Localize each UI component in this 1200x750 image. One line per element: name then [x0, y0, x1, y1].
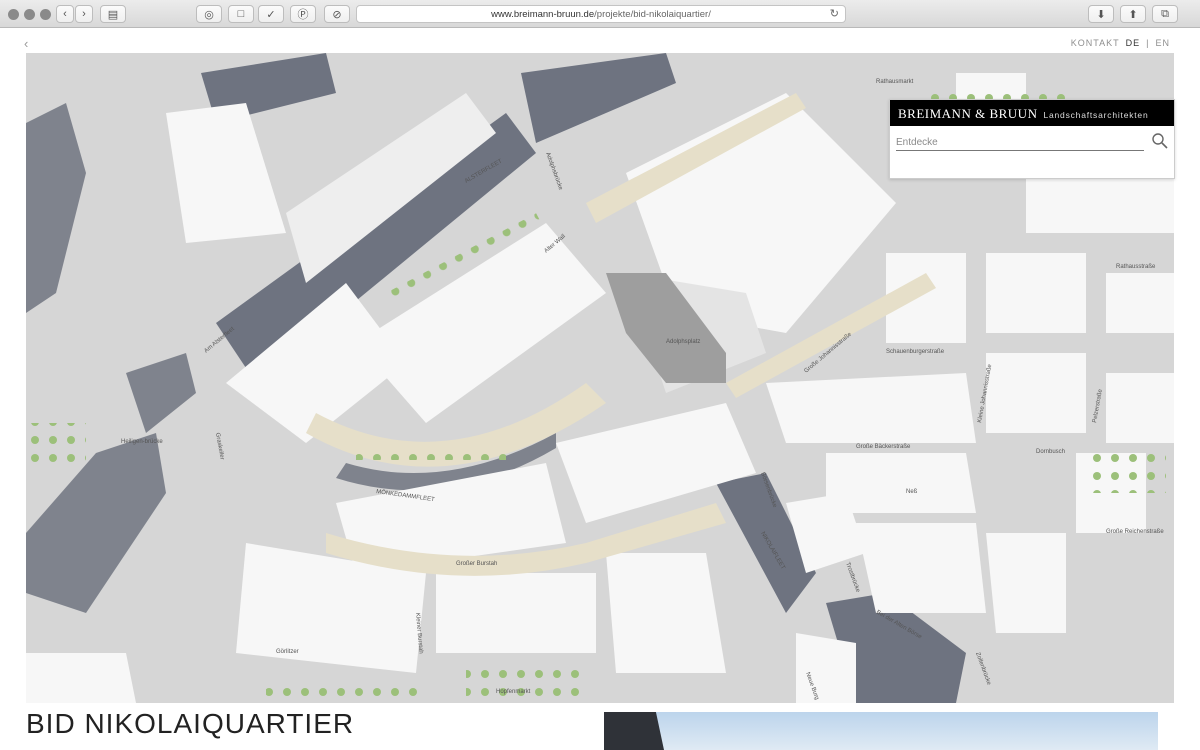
tree-group-hopfenmarkt — [466, 663, 586, 703]
extension-icon: ◎ — [204, 8, 214, 21]
block-icon: ⊘ — [332, 8, 342, 21]
building-light-8 — [436, 573, 596, 653]
download-icon: ⬇ — [1096, 8, 1106, 21]
page: ‹ KONTAKT DE | EN Rathausmarkt ALSTERFLE… — [0, 28, 1200, 750]
validator-button[interactable]: ✓ — [258, 5, 284, 23]
brand-subtitle: Landschaftsarchitekten — [1043, 110, 1149, 120]
label-goerlitzer: Görlitzer — [276, 649, 299, 655]
sidebar-button[interactable]: ▤ — [100, 5, 126, 23]
tree-group-west — [26, 423, 86, 463]
building-light-10 — [766, 373, 976, 443]
label-rathausmarkt: Rathausmarkt — [876, 79, 914, 85]
browser-toolbar: ‹ › ▤ ◎ □ ✓ Ⓟ ⊘ www.breimann-bruun.de/pr… — [0, 0, 1200, 28]
lang-en-link[interactable]: EN — [1155, 38, 1170, 48]
brand-panel: BREIMANN & BRUUN Landschaftsarchitekten — [889, 99, 1175, 179]
url-domain: www.breimann-bruun.de — [491, 8, 595, 20]
label-adolphsplatz: Adolphsplatz — [666, 339, 700, 345]
photo-building — [604, 712, 664, 750]
forward-nav-button[interactable]: › — [75, 5, 93, 23]
lang-de-link[interactable]: DE — [1126, 38, 1141, 48]
label-hopfenmarkt: Hopfenmarkt — [496, 689, 531, 695]
downloads-button[interactable]: ⬇ — [1088, 5, 1114, 23]
block-button[interactable]: ⊘ — [324, 5, 350, 23]
search-input[interactable] — [896, 134, 1144, 151]
label-ness: Neß — [906, 489, 918, 495]
lang-separator: | — [1146, 38, 1150, 48]
building-light-15 — [986, 353, 1086, 433]
label-grosser-burstah: Großer Burstah — [456, 561, 497, 567]
back-nav-button[interactable]: ‹ — [56, 5, 74, 23]
building-light-13 — [986, 253, 1086, 333]
brand-header: BREIMANN & BRUUN Landschaftsarchitekten — [890, 100, 1174, 126]
building-light-22 — [26, 653, 136, 703]
building-light-14 — [1106, 273, 1174, 333]
building-light-19 — [986, 533, 1066, 633]
kontakt-link[interactable]: KONTAKT — [1071, 38, 1120, 48]
search-icon[interactable] — [1151, 132, 1169, 150]
close-window-button[interactable] — [8, 9, 19, 20]
extension-button-1[interactable]: ◎ — [196, 5, 222, 23]
top-nav: KONTAKT DE | EN — [1071, 38, 1170, 48]
back-link[interactable]: ‹ — [24, 36, 28, 51]
label-grosse-reichenstrasse: Große Reichenstraße — [1106, 529, 1164, 535]
tree-row-south — [266, 683, 426, 701]
address-bar[interactable]: www.breimann-bruun.de/projekte/bid-nikol… — [356, 5, 846, 23]
label-dornbusch: Dornbusch — [1036, 449, 1065, 455]
share-icon: ⬆ — [1128, 8, 1138, 21]
zoom-window-button[interactable] — [40, 9, 51, 20]
label-grosse-baeckerstrasse: Große Bäckerstraße — [856, 444, 911, 450]
building-light-18 — [856, 523, 986, 613]
label-rathausstrasse: Rathausstraße — [1116, 264, 1156, 270]
tree-row-2 — [356, 448, 506, 460]
tabs-icon: ⧉ — [1161, 7, 1169, 20]
building-light-16 — [1106, 373, 1174, 443]
reload-icon[interactable]: ↻ — [830, 7, 839, 20]
share-button[interactable]: ⬆ — [1120, 5, 1146, 23]
label-schauenburgerstrasse: Schauenburgerstraße — [886, 349, 945, 355]
chevron-right-icon: › — [82, 8, 86, 20]
chevron-left-icon: ‹ — [63, 8, 67, 20]
url-path: /projekte/bid-nikolaiquartier/ — [594, 8, 711, 20]
page-title: BID NIKOLAIQUARTIER — [26, 708, 355, 739]
check-icon: ✓ — [266, 8, 276, 21]
tree-group-east — [1086, 453, 1166, 493]
minimize-window-button[interactable] — [24, 9, 35, 20]
sidebar-icon: ▤ — [107, 8, 119, 21]
building-light-9 — [606, 553, 726, 673]
reader-icon: □ — [237, 8, 245, 20]
pinterest-button[interactable]: Ⓟ — [290, 5, 316, 23]
project-photo[interactable] — [604, 712, 1158, 750]
label-heiligen-bruecke: Heiligen-brücke — [121, 439, 163, 445]
reader-button[interactable]: □ — [228, 5, 254, 23]
tabs-button[interactable]: ⧉ — [1152, 5, 1178, 23]
brand-name[interactable]: BREIMANN & BRUUN — [898, 106, 1037, 122]
building-light-21 — [796, 633, 856, 703]
pinterest-icon: Ⓟ — [297, 9, 309, 21]
